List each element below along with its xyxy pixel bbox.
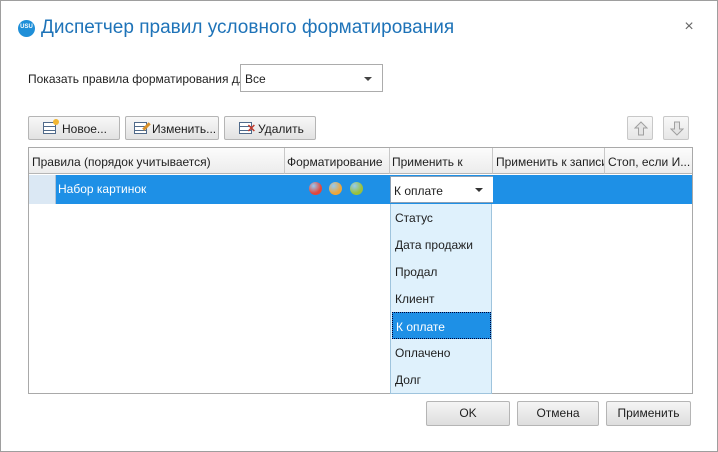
new-rule-label: Новое...	[62, 122, 107, 136]
column-header-formatting-label: Форматирование	[287, 155, 383, 169]
edit-rule-button[interactable]: Изменить...	[125, 116, 219, 140]
dropdown-option-label: Статус	[395, 211, 433, 225]
column-header-apply-to[interactable]: Применить к	[390, 148, 493, 174]
column-header-rules-label: Правила (порядок учитывается)	[32, 155, 211, 169]
dropdown-option-label: Долг	[395, 373, 422, 387]
dropdown-option-paid[interactable]: Оплачено	[392, 339, 491, 366]
dropdown-option-label: Продал	[395, 265, 438, 279]
arrow-down-icon	[670, 121, 684, 136]
title-bar: USU Диспетчер правил условного форматиро…	[1, 1, 717, 57]
app-logo-icon: USU	[18, 20, 35, 37]
column-header-stop-if[interactable]: Стоп, если И...	[605, 148, 692, 174]
column-header-formatting[interactable]: Форматирование	[285, 148, 390, 174]
column-header-stop-if-label: Стоп, если И...	[608, 155, 691, 169]
arrow-up-icon	[634, 121, 648, 136]
new-rule-icon	[43, 119, 59, 134]
edit-rule-icon	[134, 122, 147, 134]
dropdown-option-status[interactable]: Статус	[392, 204, 491, 231]
rules-grid: Правила (порядок учитывается) Форматиров…	[28, 147, 693, 394]
rule-name: Набор картинок	[58, 182, 147, 196]
dropdown-option-label: Оплачено	[395, 346, 451, 360]
delete-rule-label: Удалить	[258, 122, 304, 136]
dropdown-option-label: Дата продажи	[395, 238, 473, 252]
dropdown-option-client[interactable]: Клиент	[392, 285, 491, 312]
dropdown-option-sold-by[interactable]: Продал	[392, 258, 491, 285]
delete-rule-button[interactable]: Удалить	[224, 116, 316, 140]
dropdown-option-debt[interactable]: Долг	[392, 366, 491, 393]
app-logo-text: USU	[20, 24, 33, 30]
cancel-button[interactable]: Отмена	[517, 401, 599, 426]
column-header-apply-to-record[interactable]: Применить к записи	[493, 148, 605, 174]
chevron-down-icon	[364, 77, 372, 81]
dropdown-option-label: К оплате	[396, 320, 445, 334]
move-up-button[interactable]	[627, 116, 653, 140]
chevron-down-icon	[475, 188, 483, 192]
column-header-apply-to-record-label: Применить к записи	[496, 155, 605, 169]
column-header-apply-to-label: Применить к	[392, 155, 463, 169]
apply-to-combo[interactable]: К оплате	[390, 176, 493, 203]
green-circle-icon	[350, 182, 363, 195]
dropdown-option-label: Клиент	[395, 292, 435, 306]
orange-circle-icon	[329, 182, 342, 195]
dropdown-option-sale-date[interactable]: Дата продажи	[392, 231, 491, 258]
edit-rule-label: Изменить...	[152, 122, 217, 136]
show-rules-select[interactable]: Все	[240, 64, 383, 92]
apply-button[interactable]: Применить	[606, 401, 691, 426]
column-header-rules[interactable]: Правила (порядок учитывается)	[29, 148, 285, 174]
dropdown-option-to-pay[interactable]: К оплате	[392, 312, 491, 339]
apply-to-dropdown-button[interactable]	[465, 177, 493, 202]
apply-to-dropdown-list: Статус Дата продажи Продал Клиент К опла…	[390, 204, 492, 394]
ok-button[interactable]: OK	[426, 401, 510, 426]
apply-to-combo-value: К оплате	[394, 184, 443, 198]
move-down-button[interactable]	[663, 116, 689, 140]
dialog-title: Диспетчер правил условного форматировани…	[41, 17, 455, 38]
show-rules-value: Все	[245, 72, 266, 86]
red-circle-icon	[309, 182, 322, 195]
show-rules-label: Показать правила форматирования для:	[28, 72, 256, 86]
row-indicator[interactable]	[29, 175, 56, 204]
close-icon[interactable]: ×	[681, 19, 697, 35]
conditional-formatting-dialog: USU Диспетчер правил условного форматиро…	[0, 0, 718, 452]
new-rule-button[interactable]: Новое...	[28, 116, 120, 140]
delete-rule-icon	[239, 122, 256, 135]
